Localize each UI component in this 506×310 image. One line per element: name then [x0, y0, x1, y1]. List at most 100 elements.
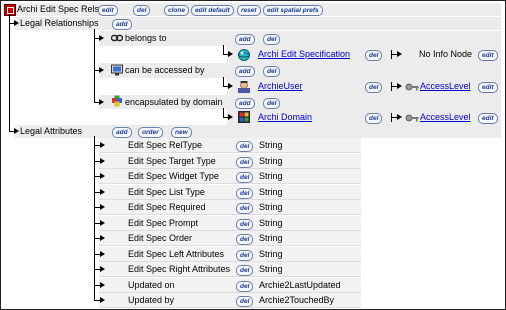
root-edit-spatial-prefs-button[interactable]: edit spatial prefs — [263, 5, 323, 16]
attribute-type: String — [259, 264, 283, 274]
arrow-icon — [99, 67, 104, 73]
attribute-type: String — [259, 218, 283, 228]
arrow-icon — [100, 266, 105, 272]
attribute-type: String — [259, 249, 283, 259]
arrow-icon — [99, 99, 104, 105]
attribute-del-button[interactable]: del — [236, 203, 254, 214]
user-icon — [238, 81, 250, 93]
attribute-type: String — [259, 233, 283, 243]
arrow-icon — [14, 20, 19, 26]
info-node-edit-button[interactable]: edit — [478, 50, 498, 61]
attribute-name: Updated on — [128, 280, 175, 290]
attribute-del-button[interactable]: del — [236, 141, 254, 152]
arrow-icon — [100, 173, 105, 179]
attribute-type: String — [259, 171, 283, 181]
relation-label-encapsulated-by-domain: encapsulated by domain — [125, 97, 223, 107]
attribute-del-button[interactable]: del — [236, 296, 254, 307]
link-chain-icon — [111, 34, 123, 42]
legal-attributes-add-button[interactable]: add — [112, 127, 132, 138]
domain-icon — [238, 111, 250, 123]
access-level-2-edit-button[interactable]: edit — [478, 113, 498, 124]
arrow-icon — [397, 51, 402, 57]
relation-1-add-button[interactable]: add — [235, 34, 255, 45]
relation-3-del-button[interactable]: del — [263, 98, 281, 109]
connector-tick — [391, 82, 392, 91]
arrow-icon — [100, 235, 105, 241]
target-1-del-button[interactable]: del — [365, 50, 383, 61]
node-icon — [4, 4, 16, 16]
key-icon — [405, 114, 419, 122]
attribute-type: String — [259, 202, 283, 212]
attribute-name: Edit Spec RelType — [128, 140, 203, 150]
attribute-del-button[interactable]: del — [236, 157, 254, 168]
legal-attributes-order-button[interactable]: order — [138, 127, 163, 138]
attribute-name: Edit Spec Required — [128, 202, 206, 212]
access-level-link-1[interactable]: AccessLevel — [420, 80, 471, 92]
attribute-name: Edit Spec Prompt — [128, 218, 199, 228]
target-2-del-button[interactable]: del — [365, 82, 383, 93]
arrow-icon — [100, 189, 105, 195]
relation-1-del-button[interactable]: del — [263, 34, 281, 45]
legal-attributes-label: Legal Attributes — [20, 126, 83, 136]
attribute-del-button[interactable]: del — [236, 281, 254, 292]
arrow-icon — [397, 114, 402, 120]
arrow-icon — [228, 83, 233, 89]
root-del-button[interactable]: del — [133, 5, 151, 16]
attribute-del-button[interactable]: del — [236, 234, 254, 245]
attribute-del-button[interactable]: del — [236, 265, 254, 276]
attribute-name: Updated by — [128, 295, 175, 305]
arrow-icon — [100, 282, 105, 288]
attribute-name: Edit Spec List Type — [128, 187, 205, 197]
arrow-icon — [100, 142, 105, 148]
target-link-archi-domain[interactable]: Archi Domain — [258, 111, 312, 123]
relation-label-can-be-accessed-by: can be accessed by — [125, 65, 205, 75]
attribute-del-button[interactable]: del — [236, 172, 254, 183]
attribute-del-button[interactable]: del — [236, 188, 254, 199]
attribute-type: String — [259, 140, 283, 150]
relation-2-del-button[interactable]: del — [263, 66, 281, 77]
connector-tick — [391, 50, 392, 59]
root-reset-button[interactable]: reset — [237, 5, 261, 16]
relation-2-add-button[interactable]: add — [235, 66, 255, 77]
info-node-label: No Info Node — [419, 49, 473, 59]
tree-line-relationships — [94, 29, 95, 103]
target-link-archi-edit-specification[interactable]: Archi Edit Specification — [258, 48, 350, 60]
legal-relationships-add-button[interactable]: add — [112, 19, 132, 30]
attribute-name: Edit Spec Left Attributes — [128, 249, 225, 259]
arrow-icon — [100, 204, 105, 210]
relation-3-add-button[interactable]: add — [235, 98, 255, 109]
attribute-name: Edit Spec Widget Type — [128, 171, 219, 181]
tree-line-root — [9, 14, 10, 132]
arrow-icon — [228, 51, 233, 57]
legal-relationships-label: Legal Relationships — [20, 18, 99, 28]
key-icon — [405, 83, 419, 91]
attribute-name: Edit Spec Right Attributes — [128, 264, 231, 274]
sphere-object-icon — [238, 49, 250, 61]
root-title: Archi Edit Spec Rels — [17, 4, 100, 14]
root-edit-default-button[interactable]: edit default — [191, 5, 234, 16]
attribute-del-button[interactable]: del — [236, 250, 254, 261]
arrow-icon — [100, 220, 105, 226]
attribute-name: Edit Spec Target Type — [128, 156, 216, 166]
relation-label-belongs-to: belongs to — [125, 33, 167, 43]
access-level-1-edit-button[interactable]: edit — [478, 82, 498, 93]
connector-tick — [391, 113, 392, 122]
arrow-icon — [228, 114, 233, 120]
target-3-del-button[interactable]: del — [365, 113, 383, 124]
tree-line — [223, 77, 224, 86]
target-link-archieuser[interactable]: ArchieUser — [258, 80, 303, 92]
arrow-icon — [100, 297, 105, 303]
attribute-del-button[interactable]: del — [236, 219, 254, 230]
root-clone-button[interactable]: clone — [164, 5, 189, 16]
arrow-icon — [99, 35, 104, 41]
root-edit-button[interactable]: edit — [98, 5, 118, 16]
rels-tree-panel: Archi Edit Spec Rels edit del clone edit… — [0, 0, 506, 310]
cube-icon — [112, 95, 122, 107]
monitor-icon — [111, 64, 123, 76]
arrow-icon — [100, 158, 105, 164]
legal-attributes-new-button[interactable]: new — [171, 127, 192, 138]
attribute-type: Archie2LastUpdated — [259, 280, 341, 290]
arrow-icon — [100, 251, 105, 257]
attribute-name: Edit Spec Order — [128, 233, 193, 243]
access-level-link-2[interactable]: AccessLevel — [420, 111, 471, 123]
